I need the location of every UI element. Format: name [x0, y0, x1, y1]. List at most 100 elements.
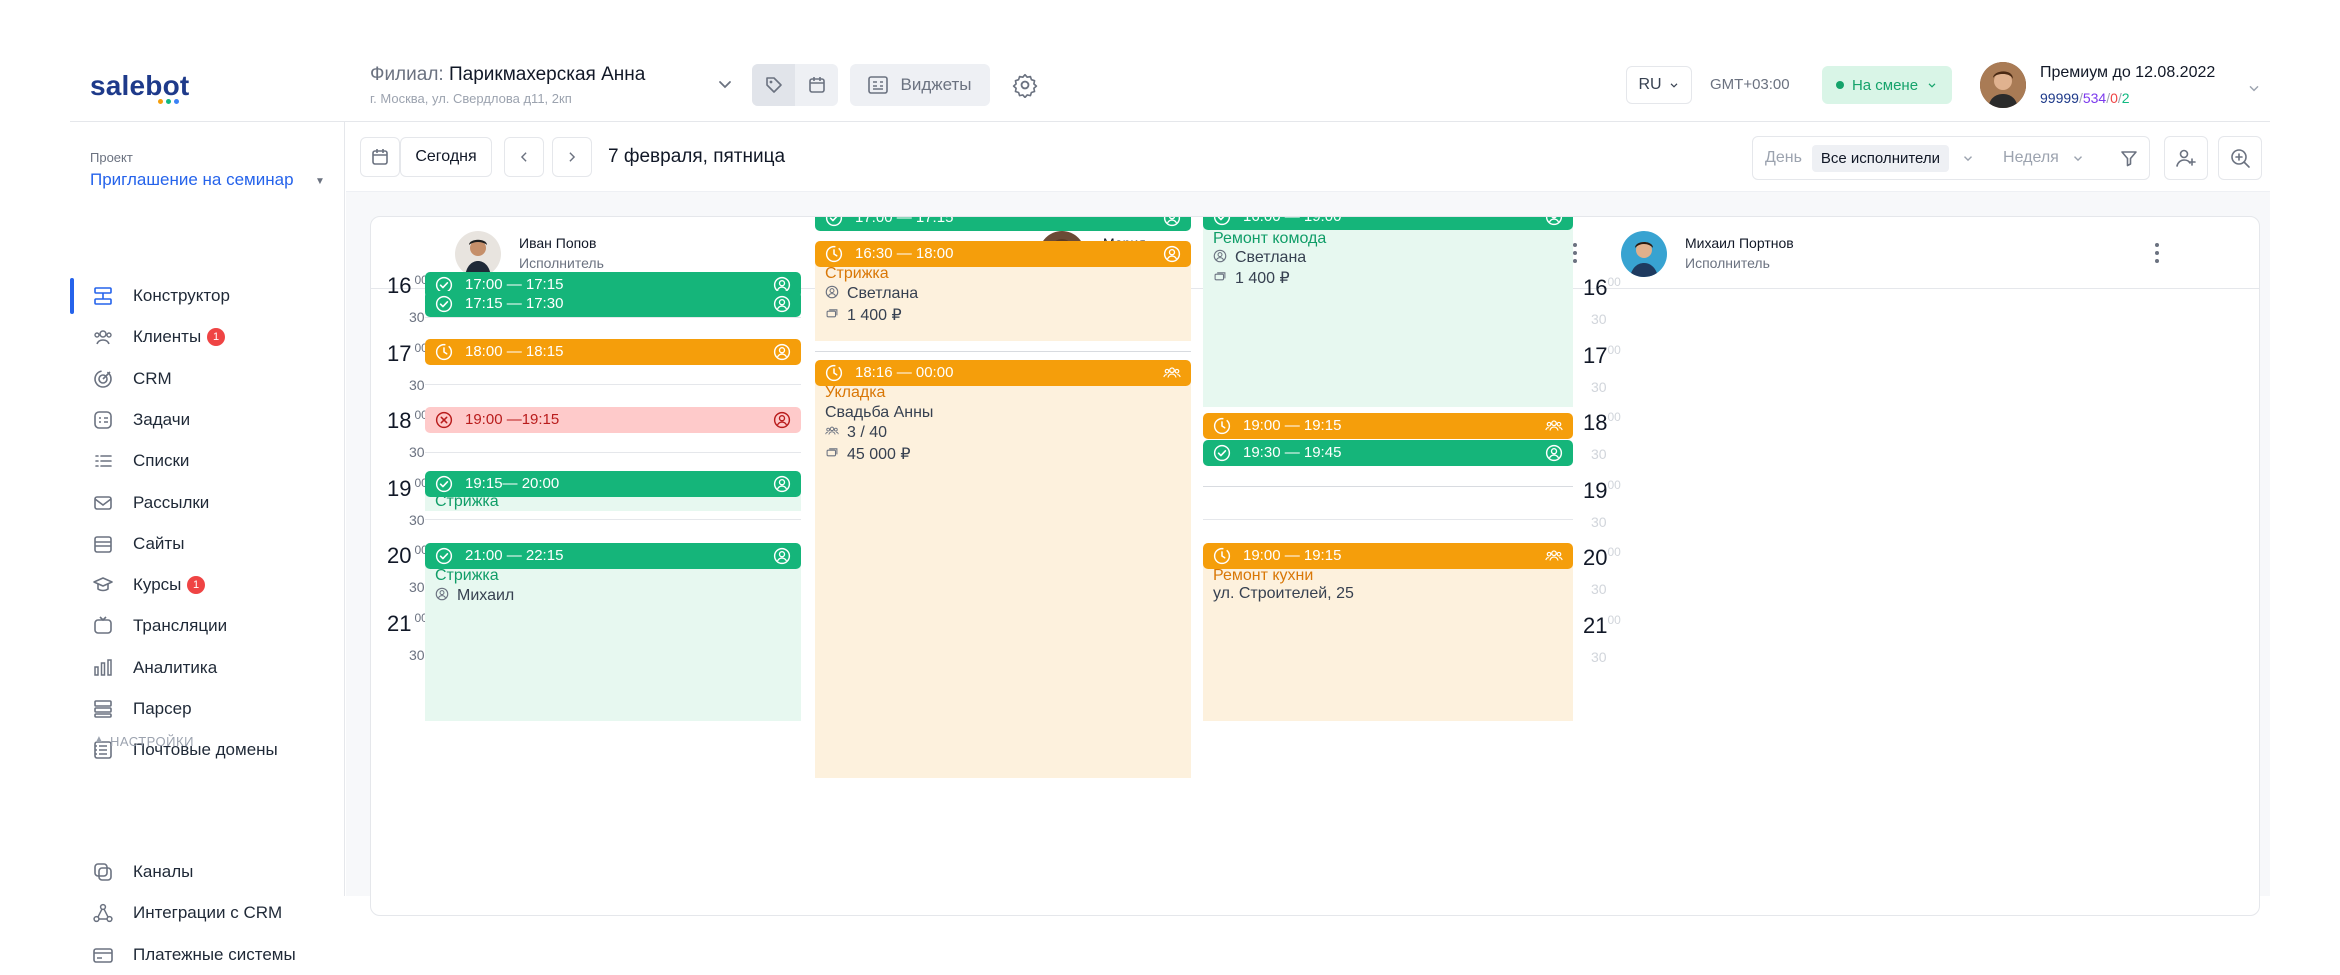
more-options-icon[interactable]: [2155, 243, 2159, 263]
chevron-left-icon: [520, 152, 527, 162]
group-icon: [825, 424, 839, 438]
event-chip[interactable]: 19:15— 20:00: [425, 471, 801, 497]
event-chip[interactable]: 19:30 — 19:45: [1203, 440, 1573, 466]
zoom-button[interactable]: [2218, 136, 2262, 180]
event-details[interactable]: Укладка Свадьба Анны 3 / 40 45 000 ₽: [815, 378, 1191, 778]
event-chip[interactable]: 16:00 — 19:00: [1203, 216, 1573, 230]
lists-icon: [95, 455, 112, 467]
sidebar-item-tasks[interactable]: Задачи: [70, 400, 345, 440]
sidebar-item-broadcast[interactable]: Трансляции: [70, 606, 345, 646]
counter-total: 99999: [2040, 90, 2079, 106]
user-icon: [1213, 249, 1227, 263]
sidebar-item-clients[interactable]: Клиенты 1: [70, 317, 345, 357]
next-day-button[interactable]: [552, 137, 592, 177]
shift-status-button[interactable]: На смене: [1822, 66, 1952, 104]
user-icon: [435, 587, 449, 601]
chevron-down-icon[interactable]: [2246, 80, 2262, 96]
sidebar-item-lists[interactable]: Списки: [70, 441, 345, 481]
user-icon: [773, 475, 791, 493]
logo[interactable]: salebot: [90, 70, 189, 102]
channels-icon: [94, 863, 112, 881]
widgets-button[interactable]: Виджеты: [850, 64, 990, 106]
event-time: 19:00 —19:15: [465, 411, 560, 428]
calendar-board: Иван Попов Исполнитель Мария Исполнитель…: [346, 192, 2270, 916]
premium-info: Премиум до 12.08.2022 99999/534/0/2: [2040, 64, 2215, 106]
event-chip[interactable]: 16:30 — 18:00: [815, 241, 1191, 267]
more-options-icon[interactable]: [1573, 243, 1577, 263]
widgets-label: Виджеты: [900, 75, 972, 94]
user-icon: [1545, 216, 1563, 226]
gear-icon[interactable]: [1012, 72, 1038, 98]
day-view-tab[interactable]: День: [1765, 149, 1802, 167]
sidebar: Проект Приглашение на семинар ▼ Конструк…: [70, 122, 345, 964]
add-performer-button[interactable]: [2164, 136, 2208, 180]
crm-icon: [94, 369, 112, 388]
performer-mikhail[interactable]: Михаил Портнов Исполнитель: [1621, 229, 2121, 277]
week-view-select[interactable]: Неделя: [2003, 149, 2059, 167]
sidebar-item-courses[interactable]: Курсы 1: [70, 565, 345, 605]
hour-label: 1600: [387, 273, 428, 298]
event-seats: 3 / 40: [825, 424, 887, 442]
caret-up-icon[interactable]: ▲: [94, 734, 104, 745]
event-chip[interactable]: 19:00 — 19:15: [1203, 413, 1573, 439]
sidebar-item-mail[interactable]: Рассылки: [70, 483, 345, 523]
sidebar-item-payments[interactable]: Платежные системы: [70, 935, 345, 975]
event-details[interactable]: Стрижка Светлана 1 400 ₽: [815, 259, 1191, 341]
filter-icon[interactable]: [2119, 148, 2139, 168]
hour-label: 1900: [387, 475, 428, 501]
event-chip[interactable]: 17:15 — 17:30: [425, 291, 801, 317]
event-title: Стрижка: [435, 567, 499, 584]
sidebar-item-constructor[interactable]: Конструктор: [70, 276, 345, 316]
user-avatar[interactable]: [1980, 62, 2026, 108]
event-time: 18:16 — 00:00: [855, 364, 954, 381]
cancel-circle-icon: [435, 411, 453, 429]
caret-down-icon[interactable]: ▼: [315, 176, 325, 187]
app: salebot Филиал: Парикмахерская Анна г. М…: [70, 0, 2270, 964]
clients-icon: [94, 330, 112, 345]
sidebar-item-parser[interactable]: Парсер: [70, 689, 345, 729]
half-hour-label: 30: [409, 376, 425, 393]
half-hour-label: 30: [409, 511, 425, 528]
sidebar-item-channels[interactable]: Каналы: [70, 852, 345, 892]
sidebar-item-label: Интеграции с CRM: [133, 903, 283, 923]
language-select[interactable]: RU: [1626, 66, 1692, 104]
event-chip[interactable]: 17:00 — 17:15: [815, 216, 1191, 231]
top-header: salebot Филиал: Парикмахерская Анна г. М…: [70, 52, 2270, 122]
branch-selector[interactable]: Филиал: Парикмахерская Анна г. Москва, у…: [370, 64, 645, 106]
event-chip[interactable]: 19:00 — 19:15: [1203, 543, 1573, 569]
chevron-down-icon: [1928, 83, 1936, 88]
hour-label: 1900: [1583, 477, 1621, 503]
sidebar-item-integrations[interactable]: Интеграции с CRM: [70, 893, 345, 933]
event-details[interactable]: Ремонт комода Светлана 1 400 ₽: [1203, 222, 1573, 407]
analytics-icon: [94, 658, 112, 676]
counters: 99999/534/0/2: [2040, 90, 2130, 106]
sidebar-item-label: Конструктор: [133, 286, 230, 305]
event-chip[interactable]: 21:00 — 22:15: [425, 543, 801, 569]
prev-day-button[interactable]: [504, 137, 544, 177]
notification-badge: 1: [207, 328, 225, 347]
sites-icon: [94, 535, 112, 553]
event-details[interactable]: Стрижка Михаил: [425, 561, 801, 721]
sidebar-item-sites[interactable]: Сайты: [70, 524, 345, 564]
calendar-view-button[interactable]: [795, 64, 838, 106]
chevron-down-icon[interactable]: [1961, 151, 1975, 165]
chevron-down-icon[interactable]: [715, 74, 735, 94]
sidebar-item-crm[interactable]: CRM: [70, 359, 345, 399]
event-time: 17:00 — 17:15: [855, 216, 954, 226]
hour-label: 1700: [1583, 342, 1621, 368]
event-details[interactable]: Ремонт кухни ул. Строителей, 25: [1203, 561, 1573, 721]
hour-label: 1800: [1583, 410, 1621, 435]
event-title: Ремонт комода: [1213, 230, 1327, 247]
today-button[interactable]: Сегодня: [400, 137, 492, 177]
clock-icon: [825, 245, 843, 263]
chevron-down-icon[interactable]: [2071, 151, 2085, 165]
project-select[interactable]: Приглашение на семинар: [90, 170, 294, 190]
event-chip[interactable]: 18:16 — 00:00: [815, 360, 1191, 386]
tag-view-button[interactable]: [752, 64, 795, 106]
date-picker-button[interactable]: [360, 137, 400, 177]
half-hour-label: 30: [409, 309, 425, 325]
sidebar-item-analytics[interactable]: Аналитика: [70, 648, 345, 688]
performers-filter[interactable]: Все исполнители: [1811, 144, 1950, 172]
event-chip[interactable]: 19:00 —19:15: [425, 407, 801, 433]
event-chip[interactable]: 18:00 — 18:15: [425, 339, 801, 365]
